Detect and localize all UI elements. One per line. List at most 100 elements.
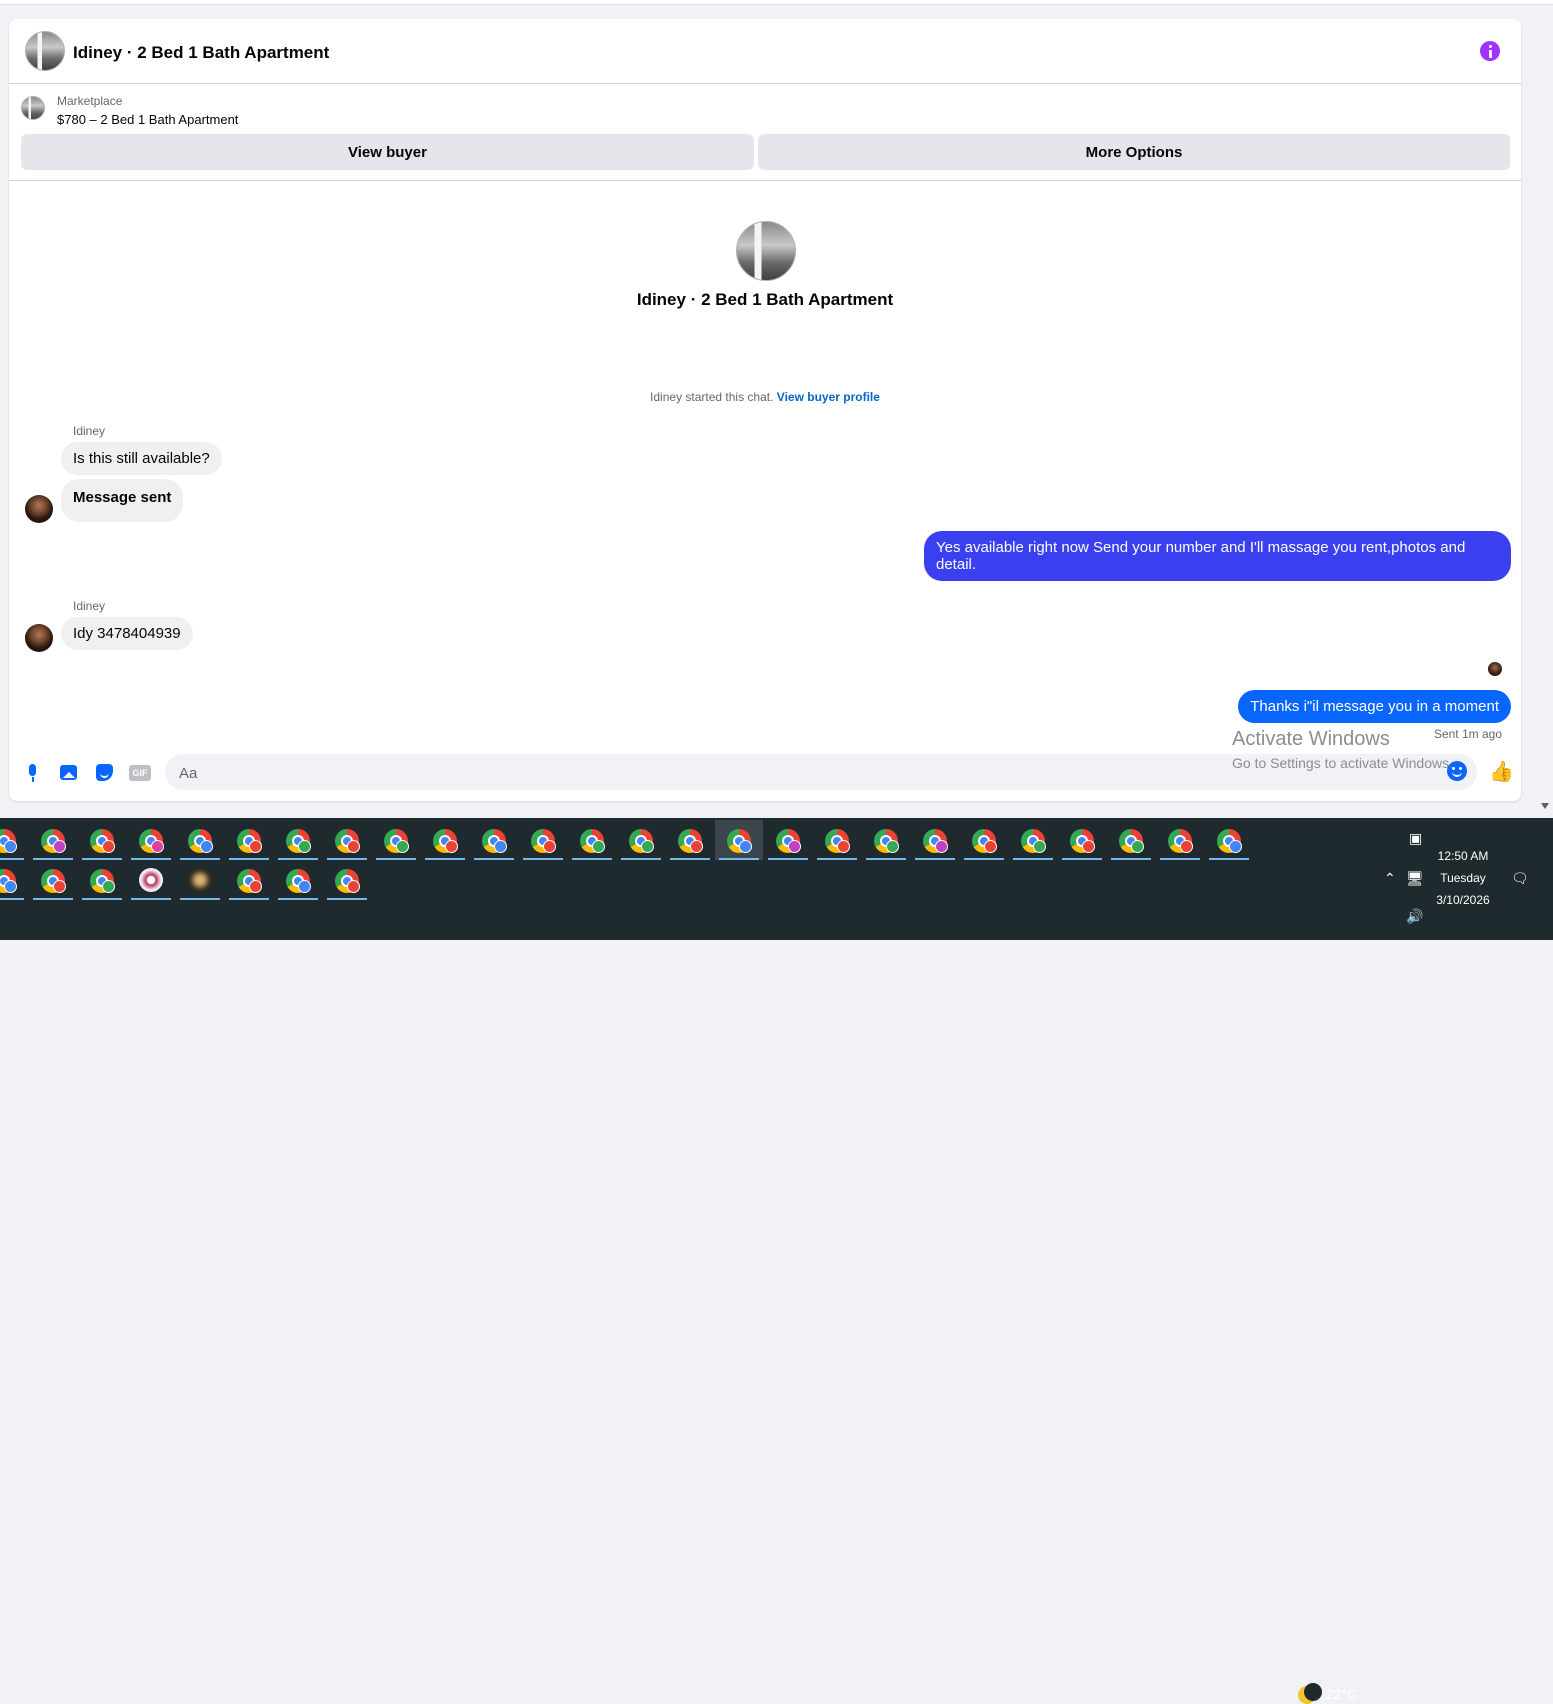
view-buyer-button[interactable]: View buyer bbox=[21, 134, 754, 170]
started-text: Idiney started this chat. bbox=[650, 390, 774, 404]
sender-name: Idiney bbox=[73, 599, 106, 613]
message-input[interactable] bbox=[177, 754, 1441, 792]
gif-icon[interactable]: GIF bbox=[129, 765, 151, 781]
profile-badge-icon bbox=[1131, 840, 1144, 853]
chrome-profile-icon[interactable] bbox=[78, 860, 126, 900]
profile-badge-icon bbox=[347, 880, 360, 893]
view-buyer-profile-link[interactable]: View buyer profile bbox=[777, 390, 880, 404]
chrome-profile-icon[interactable] bbox=[372, 820, 420, 860]
chrome-profile-icon[interactable] bbox=[666, 820, 714, 860]
chrome-profile-icon[interactable] bbox=[1058, 820, 1106, 860]
chrome-profile-icon[interactable] bbox=[274, 860, 322, 900]
chrome-profile-icon[interactable] bbox=[29, 820, 77, 860]
chrome-profile-icon[interactable] bbox=[29, 860, 77, 900]
chrome-profile-icon[interactable] bbox=[470, 820, 518, 860]
thumbs-up-icon[interactable]: 👍 bbox=[1489, 760, 1514, 784]
profile-badge-icon bbox=[445, 840, 458, 853]
chrome-profile-icon[interactable] bbox=[911, 820, 959, 860]
listing-title[interactable]: $780 – 2 Bed 1 Bath Apartment bbox=[57, 112, 238, 127]
running-indicator bbox=[621, 858, 661, 860]
chrome-profile-icon[interactable] bbox=[1205, 820, 1253, 860]
incoming-message[interactable]: Message sent bbox=[61, 479, 184, 522]
chrome-profile-icon[interactable] bbox=[960, 820, 1008, 860]
notifications-icon[interactable]: 🗨 bbox=[1511, 870, 1529, 887]
volume-icon[interactable]: 🔊 bbox=[1406, 908, 1423, 925]
chrome-profile-icon[interactable] bbox=[127, 820, 175, 860]
top-scroll-edge bbox=[0, 0, 1553, 5]
clock-time[interactable]: 12:50 AM bbox=[1428, 849, 1498, 863]
profile-badge-icon bbox=[935, 840, 948, 853]
chrome-profile-icon[interactable] bbox=[225, 820, 273, 860]
emoji-icon[interactable] bbox=[1447, 761, 1467, 781]
sticker-icon[interactable] bbox=[95, 763, 115, 783]
photo-icon[interactable] bbox=[59, 763, 79, 783]
clock-day[interactable]: Tuesday bbox=[1428, 871, 1498, 885]
outgoing-message[interactable]: Yes available right now Send your number… bbox=[924, 531, 1511, 581]
running-indicator bbox=[670, 858, 710, 860]
chrome-profile-icon[interactable] bbox=[225, 860, 273, 900]
chrome-profile-icon[interactable] bbox=[323, 820, 371, 860]
app-glyph-icon bbox=[188, 868, 212, 892]
incoming-message[interactable]: Is this still available? bbox=[61, 442, 222, 475]
temperature: 22°C bbox=[1326, 1686, 1358, 1702]
profile-badge-icon bbox=[249, 840, 262, 853]
profile-badge-icon bbox=[53, 840, 66, 853]
running-indicator bbox=[425, 858, 465, 860]
taskbar: ▣ 22°C ⌃ 🖥 🔊 12:50 AM Tuesday 3/10/2026 … bbox=[0, 818, 1553, 1704]
profile-badge-icon bbox=[249, 880, 262, 893]
chrome-profile-icon[interactable] bbox=[1107, 820, 1155, 860]
meet-now-icon[interactable]: ▣ bbox=[1409, 830, 1422, 847]
buyer-avatar[interactable] bbox=[25, 624, 53, 652]
chrome-profile-icon[interactable] bbox=[764, 820, 812, 860]
running-indicator bbox=[523, 858, 563, 860]
microphone-icon[interactable] bbox=[23, 763, 43, 783]
app-icon[interactable] bbox=[127, 860, 175, 900]
center-title: Idiney · 2 Bed 1 Bath Apartment bbox=[636, 290, 894, 309]
chat-title[interactable]: Idiney · 2 Bed 1 Bath Apartment bbox=[73, 43, 329, 63]
profile-badge-icon bbox=[1180, 840, 1193, 853]
chrome-profile-icon[interactable] bbox=[0, 820, 28, 860]
incoming-message[interactable]: Idy 3478404939 bbox=[61, 617, 193, 650]
chrome-profile-icon[interactable] bbox=[617, 820, 665, 860]
scroll-down-arrow[interactable] bbox=[1541, 803, 1549, 809]
chrome-profile-icon[interactable] bbox=[1009, 820, 1057, 860]
running-indicator bbox=[915, 858, 955, 860]
running-indicator bbox=[278, 898, 318, 900]
buyer-avatar[interactable] bbox=[25, 495, 53, 523]
network-icon[interactable]: 🖥 bbox=[1406, 870, 1424, 887]
running-indicator bbox=[0, 898, 24, 900]
clock-date[interactable]: 3/10/2026 bbox=[1428, 893, 1498, 907]
profile-badge-icon bbox=[298, 880, 311, 893]
chrome-profile-icon[interactable] bbox=[519, 820, 567, 860]
more-options-button[interactable]: More Options bbox=[758, 134, 1510, 170]
app-icon[interactable] bbox=[176, 860, 224, 900]
chevron-up-icon[interactable]: ⌃ bbox=[1384, 870, 1396, 887]
running-indicator bbox=[1209, 858, 1249, 860]
weather-widget[interactable]: 22°C bbox=[1298, 1683, 1358, 1704]
chrome-profile-icon[interactable] bbox=[568, 820, 616, 860]
chrome-profile-icon[interactable] bbox=[421, 820, 469, 860]
profile-badge-icon bbox=[347, 840, 360, 853]
chrome-profile-icon[interactable] bbox=[78, 820, 126, 860]
chat-header: Idiney · 2 Bed 1 Bath Apartment bbox=[9, 19, 1521, 84]
chat-started-notice: Idiney started this chat. View buyer pro… bbox=[9, 390, 1521, 404]
chrome-profile-icon[interactable] bbox=[176, 820, 224, 860]
info-icon[interactable] bbox=[1480, 41, 1500, 61]
chrome-profile-icon[interactable] bbox=[0, 860, 28, 900]
chrome-profile-icon[interactable] bbox=[1156, 820, 1204, 860]
center-listing-avatar[interactable] bbox=[736, 221, 796, 281]
running-indicator bbox=[474, 858, 514, 860]
outgoing-message[interactable]: Thanks i"il message you in a moment bbox=[1238, 690, 1511, 723]
listing-thumbnail[interactable] bbox=[21, 96, 45, 120]
running-indicator bbox=[229, 898, 269, 900]
moon-icon bbox=[1298, 1683, 1322, 1704]
chrome-profile-icon[interactable] bbox=[813, 820, 861, 860]
chrome-profile-icon[interactable] bbox=[323, 860, 371, 900]
running-indicator bbox=[572, 858, 612, 860]
chrome-profile-icon[interactable] bbox=[715, 820, 763, 860]
profile-badge-icon bbox=[396, 840, 409, 853]
chrome-profile-icon[interactable] bbox=[274, 820, 322, 860]
chrome-profile-icon[interactable] bbox=[862, 820, 910, 860]
listing-avatar[interactable] bbox=[25, 31, 65, 71]
profile-badge-icon bbox=[4, 880, 17, 893]
